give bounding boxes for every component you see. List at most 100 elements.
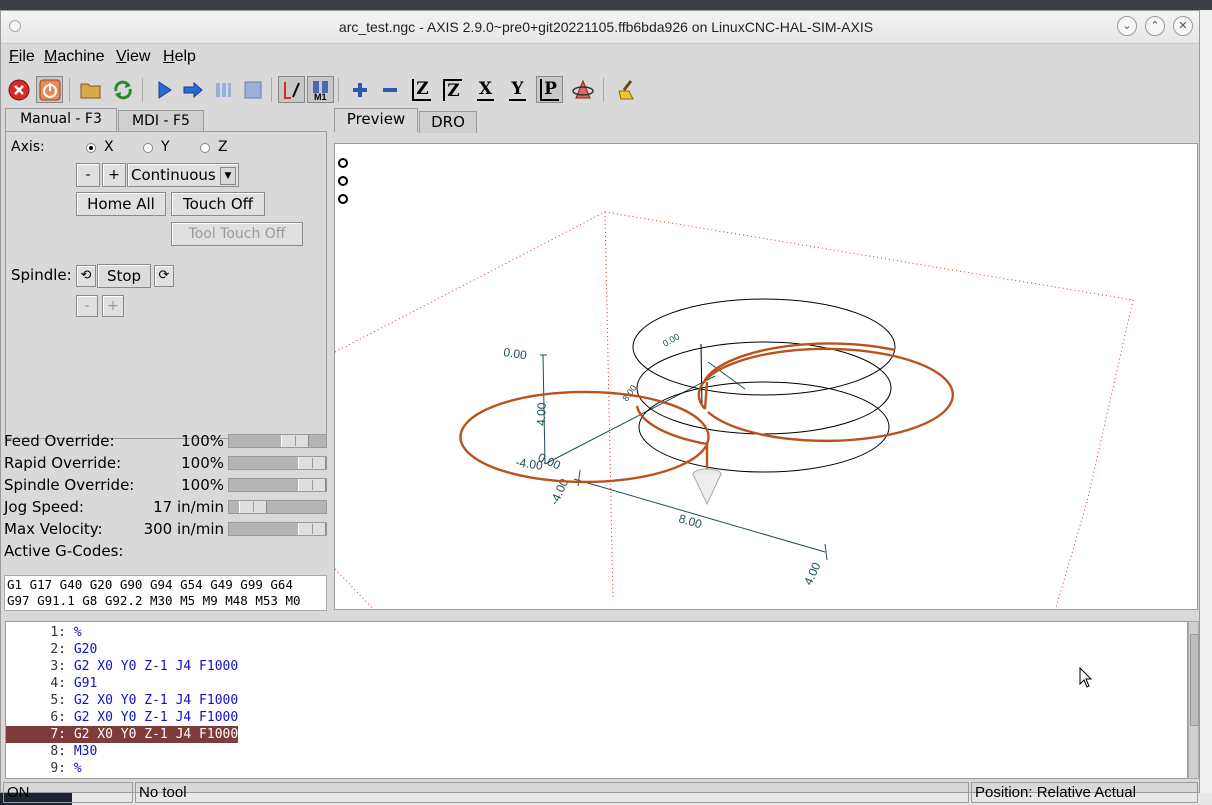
- line-number: 9:: [50, 761, 66, 776]
- spindle-override-value: 100%: [181, 476, 224, 494]
- reload-icon[interactable]: [109, 76, 136, 103]
- view-z-icon[interactable]: Z: [408, 76, 435, 103]
- tab-dro[interactable]: DRO: [419, 111, 477, 133]
- spindle-label: Spindle:: [11, 266, 72, 284]
- gcode-scrollbar[interactable]: [1188, 621, 1199, 779]
- step-icon[interactable]: [179, 76, 206, 103]
- tab-preview[interactable]: Preview: [334, 108, 418, 132]
- menu-help[interactable]: Help: [163, 48, 196, 66]
- desktop-top-panel: [0, 0, 1212, 10]
- optional-stop-icon[interactable]: M1: [307, 76, 334, 103]
- max-velocity-slider[interactable]: [228, 522, 327, 536]
- code-line[interactable]: 7: G2 X0 Y0 Z-1 J4 F1000: [6, 726, 238, 743]
- rotate-view-icon[interactable]: [569, 76, 596, 103]
- spindle-override-label: Spindle Override:: [4, 476, 135, 494]
- pause-icon[interactable]: [209, 76, 236, 103]
- code-line[interactable]: 8: M30: [6, 743, 97, 760]
- code-line[interactable]: 9: %: [6, 760, 81, 777]
- tab-manual[interactable]: Manual - F3: [5, 108, 117, 132]
- zoom-in-icon[interactable]: [346, 76, 373, 103]
- code-line[interactable]: 5: G2 X0 Y0 Z-1 J4 F1000: [6, 692, 238, 709]
- rapid-override-value: 100%: [181, 454, 224, 472]
- axis-x-radio[interactable]: [86, 143, 96, 153]
- stop-icon[interactable]: [239, 76, 266, 103]
- background-window-edge: [1200, 10, 1212, 805]
- chevron-down-icon[interactable]: ▼: [220, 167, 236, 185]
- touch-off-button[interactable]: Touch Off: [171, 192, 265, 216]
- menu-view[interactable]: View: [116, 48, 150, 66]
- gcode-listing[interactable]: 1: % 2: G20 3: G2 X0 Y0 Z-1 J4 F1000 4: G91…: [5, 621, 1188, 779]
- axis-y-radio[interactable]: [143, 143, 153, 153]
- spindle-cw-icon[interactable]: ⟳: [154, 265, 174, 287]
- rapid-override-label: Rapid Override:: [4, 454, 122, 472]
- active-gcodes-line: G1 G17 G40 G20 G90 G94 G54 G49 G99 G64: [7, 577, 293, 592]
- block-delete-icon[interactable]: [278, 76, 305, 103]
- axis-y-label: Y: [161, 139, 170, 155]
- minimize-icon[interactable]: ⌄: [1117, 16, 1137, 36]
- slider-thumb[interactable]: [298, 457, 326, 469]
- machine-state: ON: [3, 782, 133, 803]
- spindle-stop-button[interactable]: Stop: [97, 264, 151, 288]
- axis-x-label: X: [104, 139, 114, 155]
- line-text: G2 X0 Y0 Z-1 J4 F1000: [73, 693, 239, 708]
- jog-plus-button[interactable]: +: [102, 163, 126, 187]
- line-number: 7:: [50, 727, 66, 742]
- title-bar[interactable]: arc_test.ngc - AXIS 2.9.0~pre0+git202211…: [1, 11, 1199, 44]
- preview-axis-label: 0.00: [661, 331, 681, 348]
- view-perspective-icon[interactable]: P: [536, 76, 563, 103]
- jog-speed-value: 17 in/min: [153, 498, 224, 516]
- preview-canvas[interactable]: 0.00 4.00 0.00 -4.00 -4.00 8.00 4.00 0.0…: [334, 143, 1198, 610]
- toolbar-separator: [69, 78, 70, 102]
- code-line[interactable]: 3: G2 X0 Y0 Z-1 J4 F1000: [6, 658, 238, 675]
- run-icon[interactable]: [150, 76, 177, 103]
- slider-thumb[interactable]: [239, 501, 267, 513]
- line-number: 2:: [50, 642, 66, 657]
- line-number: 8:: [50, 744, 66, 759]
- jog-speed-slider[interactable]: [228, 500, 327, 514]
- extent-axes: [540, 354, 828, 561]
- jog-minus-button[interactable]: -: [76, 163, 100, 187]
- line-text: G2 X0 Y0 Z-1 J4 F1000: [73, 727, 239, 742]
- line-number: 5:: [50, 693, 66, 708]
- menu-file[interactable]: File: [9, 48, 35, 66]
- code-line[interactable]: 4: G91: [6, 675, 97, 692]
- close-icon[interactable]: ✕: [1173, 16, 1193, 36]
- view-y-icon[interactable]: Y: [504, 76, 531, 103]
- code-line[interactable]: 2: G20: [6, 641, 97, 658]
- tab-mdi[interactable]: MDI - F5: [118, 110, 204, 132]
- spindle-faster-button[interactable]: +: [102, 295, 124, 317]
- line-number: 1:: [50, 625, 66, 640]
- toolpath-traverse: [632, 298, 896, 473]
- spindle-slower-button[interactable]: -: [76, 295, 98, 317]
- axis-window: arc_test.ngc - AXIS 2.9.0~pre0+git202211…: [0, 10, 1200, 803]
- preview-axis-label: 0.00: [503, 345, 528, 362]
- spindle-ccw-icon[interactable]: ⟲: [76, 265, 96, 287]
- spindle-override-slider[interactable]: [228, 478, 327, 492]
- view-x-icon[interactable]: X: [472, 76, 499, 103]
- view-rotated-z-icon[interactable]: Z: [439, 76, 466, 103]
- mouse-cursor-icon: [1079, 666, 1093, 693]
- max-velocity-value: 300 in/min: [143, 520, 224, 538]
- open-file-icon[interactable]: [77, 76, 104, 103]
- scrollbar-thumb[interactable]: [1190, 634, 1199, 726]
- code-line[interactable]: 6: G2 X0 Y0 Z-1 J4 F1000: [6, 709, 238, 726]
- maximize-icon[interactable]: ⌃: [1145, 16, 1165, 36]
- axis-z-radio[interactable]: [200, 143, 210, 153]
- slider-thumb[interactable]: [298, 523, 326, 535]
- jog-mode-select[interactable]: Continuous ▼: [127, 163, 239, 187]
- code-line[interactable]: 1: %: [6, 624, 81, 641]
- line-number: 4:: [50, 676, 66, 691]
- tool-touch-off-button[interactable]: Tool Touch Off: [171, 222, 303, 246]
- home-all-button[interactable]: Home All: [76, 192, 166, 216]
- menu-machine[interactable]: Machine: [44, 48, 104, 66]
- estop-icon[interactable]: [5, 76, 32, 103]
- clear-plot-icon[interactable]: [612, 76, 639, 103]
- zoom-out-icon[interactable]: [376, 76, 403, 103]
- feed-override-slider[interactable]: [228, 434, 327, 448]
- position-mode: Position: Relative Actual: [971, 782, 1198, 803]
- rapid-override-slider[interactable]: [228, 456, 327, 470]
- slider-thumb[interactable]: [298, 479, 326, 491]
- slider-thumb[interactable]: [281, 435, 309, 447]
- active-gcodes-text[interactable]: G1 G17 G40 G20 G90 G94 G54 G49 G99 G64 G…: [4, 575, 327, 611]
- power-icon[interactable]: [36, 76, 63, 103]
